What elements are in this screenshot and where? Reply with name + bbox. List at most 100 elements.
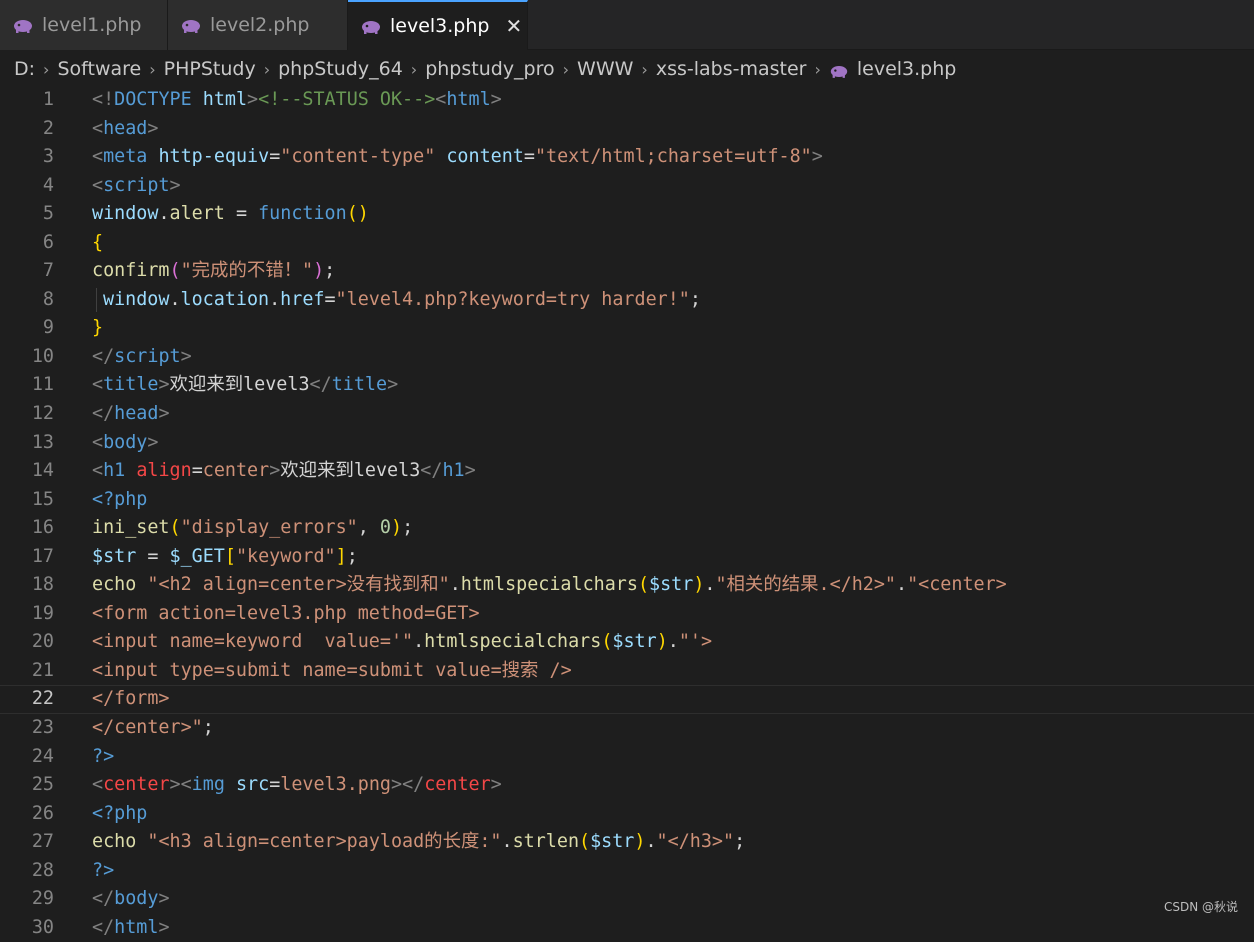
code-token: (: [637, 574, 650, 596]
code-line[interactable]: 19 <form action=level3.php method=GET>: [0, 600, 1254, 629]
line-number: 25: [31, 774, 54, 796]
code-token: .: [449, 574, 461, 596]
code-token: >: [158, 916, 170, 938]
code-token: </center>": [92, 717, 203, 739]
breadcrumb-segment[interactable]: level3.php: [857, 58, 956, 80]
code-token: title: [331, 374, 388, 396]
code-text: <script>: [92, 172, 181, 201]
code-token: =: [324, 288, 336, 310]
code-line[interactable]: 8 window.location.href="level4.php?keywor…: [0, 286, 1254, 315]
breadcrumb-segment[interactable]: Software: [57, 58, 141, 80]
php-elephant-icon: [12, 17, 34, 33]
code-line[interactable]: 10 </script>: [0, 343, 1254, 372]
code-text: confirm("完成的不错！");: [92, 257, 335, 286]
line-number: 13: [31, 431, 54, 453]
code-line[interactable]: 15 <?php: [0, 486, 1254, 515]
code-text: </form>: [92, 685, 170, 714]
line-number: 8: [42, 288, 54, 310]
code-token: =: [523, 146, 535, 168]
breadcrumb-segment[interactable]: PHPStudy: [164, 58, 256, 80]
code-token: >: [169, 774, 181, 796]
line-number: 1: [42, 89, 54, 110]
code-token: ): [390, 517, 403, 539]
code-token: body: [114, 888, 159, 910]
code-line[interactable]: 14 <h1 align=center>欢迎来到level3</h1>: [0, 457, 1254, 486]
code-line[interactable]: 28 ?>: [0, 857, 1254, 886]
code-line[interactable]: 5 window.alert = function(): [0, 200, 1254, 229]
php-elephant-icon: [829, 62, 849, 78]
line-number: 23: [31, 717, 54, 739]
breadcrumb-segment[interactable]: D:: [14, 58, 35, 80]
close-icon[interactable]: ✕: [505, 14, 522, 38]
code-token: >: [169, 174, 181, 196]
code-token: http-equiv: [158, 146, 270, 168]
code-token: "<center>: [907, 574, 1007, 596]
code-token: ): [693, 574, 705, 596]
code-line[interactable]: 6{: [0, 229, 1254, 258]
tab-level2[interactable]: level2.php: [168, 0, 348, 50]
code-line[interactable]: 4 <script>: [0, 172, 1254, 201]
code-line[interactable]: 30 </html>: [0, 914, 1254, 942]
breadcrumb-segment[interactable]: phpstudy_pro: [425, 58, 554, 80]
code-text: <h1 align=center>欢迎来到level3</h1>: [92, 457, 476, 486]
code-token: .: [645, 831, 657, 853]
code-token: (: [169, 260, 181, 282]
code-editor[interactable]: 1 <!DOCTYPE html><!--STATUS OK--><html> 2 <…: [0, 86, 1254, 938]
code-token: ): [313, 260, 325, 282]
code-line[interactable]: 2 <head>: [0, 115, 1254, 144]
code-text: ?>: [92, 743, 114, 772]
code-token: htmlspecialchars: [460, 574, 638, 596]
code-line[interactable]: 17 $str = $_GET["keyword"];: [0, 543, 1254, 572]
code-line[interactable]: 24 ?>: [0, 743, 1254, 772]
code-line[interactable]: 20 <input name=keyword value='".htmlspeci…: [0, 628, 1254, 657]
tab-label: level3.php: [390, 15, 490, 37]
line-number: 9: [42, 317, 54, 339]
code-line[interactable]: 11 <title>欢迎来到level3</title>: [0, 371, 1254, 400]
code-token: .: [413, 631, 425, 653]
code-token: <: [92, 774, 104, 796]
code-line[interactable]: 21 <input type=submit name=submit value=搜…: [0, 657, 1254, 686]
code-line[interactable]: 13 <body>: [0, 429, 1254, 458]
code-token: <!--STATUS OK-->: [258, 89, 436, 110]
code-line[interactable]: 7 confirm("完成的不错！");: [0, 257, 1254, 286]
line-number: 22: [31, 688, 54, 710]
code-line[interactable]: 25 <center><img src=level3.png></center>: [0, 771, 1254, 800]
breadcrumb-segment[interactable]: WWW: [577, 58, 633, 80]
code-text: </body>: [92, 885, 170, 914]
line-number: 18: [31, 574, 54, 596]
code-token: >: [147, 431, 159, 453]
code-text: <body>: [92, 429, 158, 458]
code-line[interactable]: 12 </head>: [0, 400, 1254, 429]
tab-label: level2.php: [210, 14, 310, 36]
tab-level3[interactable]: level3.php ✕: [348, 0, 528, 50]
code-line[interactable]: 23 </center>";: [0, 714, 1254, 743]
code-text: window.alert = function(): [92, 200, 369, 229]
code-line[interactable]: 18 echo "<h2 align=center>没有找到和".htmlspec…: [0, 571, 1254, 600]
code-line[interactable]: 27 echo "<h3 align=center>payload的长度:".st…: [0, 828, 1254, 857]
breadcrumb-segment[interactable]: xss-labs-master: [656, 58, 807, 80]
code-token: center: [202, 460, 270, 482]
indent-guide: [96, 287, 97, 312]
code-line[interactable]: 22 </form>: [0, 685, 1254, 714]
code-line[interactable]: 1 <!DOCTYPE html><!--STATUS OK--><html>: [0, 86, 1254, 115]
code-token: function: [258, 203, 347, 225]
code-token: <: [92, 117, 104, 139]
line-number: 5: [42, 203, 54, 225]
code-line[interactable]: 26 <?php: [0, 800, 1254, 829]
code-line[interactable]: 29 </body>: [0, 885, 1254, 914]
code-line[interactable]: 3 <meta http-equiv="content-type" content…: [0, 143, 1254, 172]
breadcrumb-segment[interactable]: phpStudy_64: [278, 58, 403, 80]
code-token: <!: [92, 89, 115, 110]
code-token: .: [704, 574, 716, 596]
code-text: window.location.href="level4.php?keyword…: [103, 286, 701, 315]
line-number: 10: [31, 345, 54, 367]
code-token: ]: [335, 545, 347, 567]
code-line[interactable]: 9}: [0, 314, 1254, 343]
code-token: head: [103, 117, 148, 139]
tab-level1[interactable]: level1.php: [0, 0, 168, 50]
code-token: html: [202, 89, 248, 110]
code-line[interactable]: 16 ini_set("display_errors", 0);: [0, 514, 1254, 543]
